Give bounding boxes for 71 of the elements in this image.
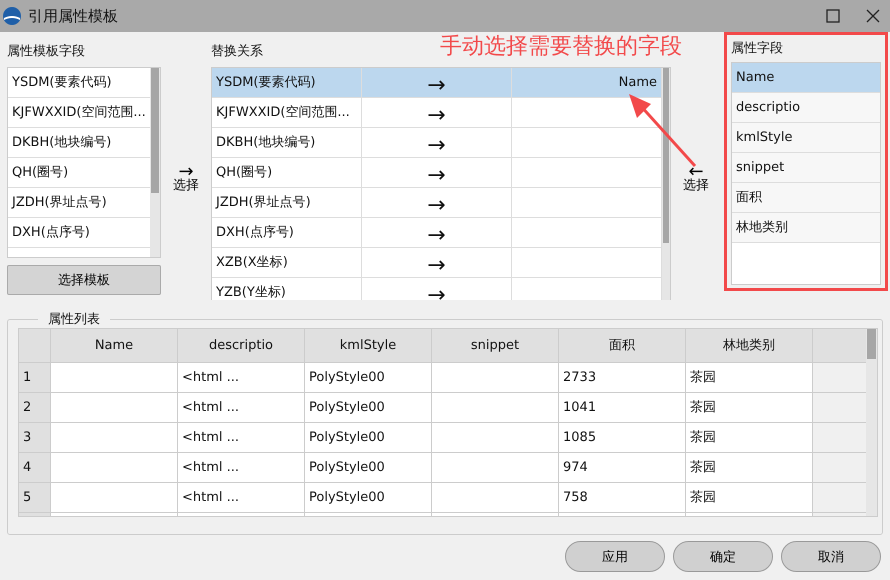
table-cell: PolyStyle00 (305, 453, 432, 482)
table-row[interactable]: YSDM(要素代码) → Name (212, 68, 662, 98)
table-row[interactable]: XZB(X坐标) → (212, 248, 662, 278)
table-cell: 974 (559, 453, 686, 482)
table-cell: XZB(X坐标) (212, 248, 362, 277)
row-number: 1 (19, 363, 51, 392)
scrollbar[interactable] (662, 68, 670, 300)
select-button[interactable]: ← 选择 (683, 165, 709, 192)
table-row[interactable]: JZDH(界址点号) → (212, 188, 662, 218)
table-cell: 茶园 (686, 453, 813, 482)
row-number: 3 (19, 423, 51, 452)
list-item[interactable]: Name (732, 63, 880, 93)
table-cell: DKBH(地块编号) (212, 128, 362, 157)
arrow-cell: → (362, 158, 512, 187)
list-item[interactable]: 面积 (732, 183, 880, 213)
list-item[interactable]: kmlStyle (732, 123, 880, 153)
list-item[interactable]: 林地类别 (732, 213, 880, 243)
scrollbar[interactable] (150, 68, 160, 257)
dialog-button[interactable]: 确定 (673, 541, 773, 572)
table-cell: 2733 (559, 363, 686, 392)
table-row[interactable]: QH(圈号) → (212, 158, 662, 188)
table-cell: <html ... (178, 423, 305, 452)
row-number: 4 (19, 453, 51, 482)
table-cell: <html ... (178, 363, 305, 392)
table-cell: <html ... (178, 393, 305, 422)
table-cell: JZDH(界址点号) (212, 188, 362, 217)
annotation-text: 手动选择需要替换的字段 (440, 33, 682, 61)
table-cell: DXH(点序号) (212, 218, 362, 247)
table-cell: PolyStyle00 (305, 363, 432, 392)
table-cell: YSDM(要素代码) (212, 68, 362, 97)
table-cell: <html ... (178, 453, 305, 482)
list-item[interactable]: snippet (732, 153, 880, 183)
table-cell: <html ... (178, 483, 305, 512)
table-cell: 1041 (559, 393, 686, 422)
app-logo-icon (2, 6, 22, 26)
table-cell: 茶园 (686, 483, 813, 512)
table-row[interactable]: DKBH(地块编号) → (212, 128, 662, 158)
arrow-cell: → (362, 128, 512, 157)
scrollbar[interactable] (866, 329, 877, 516)
table-cell: 茶园 (686, 363, 813, 392)
table-cell: QH(圈号) (212, 158, 362, 187)
arrow-cell: → (362, 248, 512, 277)
section-label: 属性模板字段 (7, 43, 85, 61)
table-cell: PolyStyle00 (305, 483, 432, 512)
arrow-cell: → (362, 278, 512, 300)
row-number: 2 (19, 393, 51, 422)
group-label: 属性列表 (47, 311, 101, 328)
section-label: 替换关系 (211, 43, 263, 61)
list-item[interactable]: descriptio (732, 93, 880, 123)
table-cell: PolyStyle00 (305, 423, 432, 452)
dialog-button[interactable]: 取消 (781, 541, 881, 572)
window-title: 引用属性模板 (28, 6, 118, 26)
table-cell: KJFWXXID(空间范围... (212, 98, 362, 127)
row-number: 5 (19, 483, 51, 512)
table-cell: 茶园 (686, 423, 813, 452)
arrow-cell: → (362, 68, 512, 97)
arrow-cell: → (362, 188, 512, 217)
dialog-button[interactable]: 应用 (565, 541, 665, 572)
select-template-button[interactable]: 选择模板 (7, 265, 161, 295)
table-cell: YZB(Y坐标) (212, 278, 362, 300)
arrow-cell: → (362, 218, 512, 247)
close-icon[interactable] (866, 9, 880, 23)
section-label: 属性字段 (731, 40, 783, 58)
arrow-cell: → (362, 98, 512, 127)
table-cell: PolyStyle00 (305, 393, 432, 422)
table-row[interactable]: DXH(点序号) → (212, 218, 662, 248)
select-button[interactable]: → 选择 (173, 165, 199, 192)
maximize-icon[interactable] (826, 9, 840, 23)
table-cell: 茶园 (686, 393, 813, 422)
table-cell: 1085 (559, 423, 686, 452)
table-cell: 758 (559, 483, 686, 512)
